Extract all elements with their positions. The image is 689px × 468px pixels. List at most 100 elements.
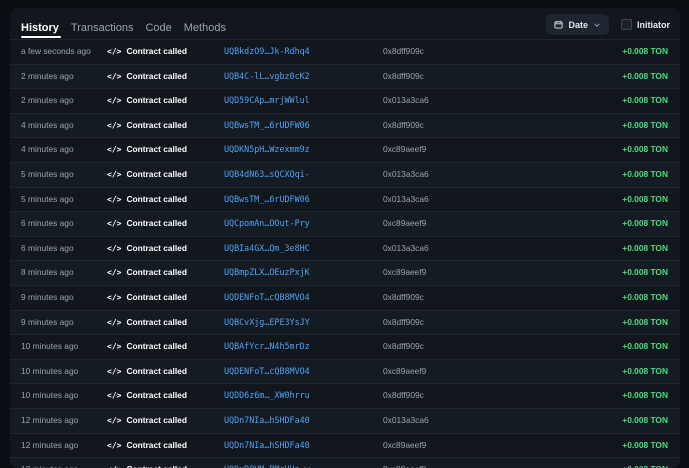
- history-row[interactable]: 9 minutes ago </> Contract called UQDENFoT……: [10, 284, 680, 310]
- row-amount: +0.008 TON: [622, 144, 668, 155]
- history-row[interactable]: 5 minutes ago </> Contract called UQB4dN63……: [10, 161, 680, 187]
- code-icon: </>: [107, 292, 122, 302]
- row-opcode: 0xc89aeef9: [383, 458, 426, 468]
- tab-transactions[interactable]: Transactions: [71, 22, 134, 34]
- history-row[interactable]: 4 minutes ago </> Contract called UQDKN5pH……: [10, 137, 680, 162]
- code-icon: </>: [107, 219, 122, 229]
- row-address-link[interactable]: UQB4dN63…sQCXQqi-: [224, 163, 310, 187]
- row-time: 10 minutes ago: [21, 341, 79, 352]
- row-action: </> Contract called: [107, 163, 187, 187]
- row-time: 4 minutes ago: [21, 119, 74, 130]
- initiator-checkbox[interactable]: [621, 19, 632, 30]
- row-action-label: Contract called: [126, 46, 187, 56]
- row-amount: +0.008 TON: [622, 119, 668, 130]
- row-action: </> Contract called: [107, 360, 187, 384]
- row-address-link[interactable]: UQDKN5pH…Wzexmm9z: [224, 138, 310, 162]
- row-action: </> Contract called: [107, 237, 187, 261]
- row-action-label: Contract called: [126, 267, 187, 278]
- row-time: 12 minutes ago: [21, 439, 79, 450]
- row-address-link[interactable]: UQCpomAn…OOut-Pry: [224, 212, 310, 236]
- row-time: 9 minutes ago: [21, 316, 74, 327]
- row-opcode: 0xc89aeef9: [383, 218, 427, 229]
- history-list: a few seconds ago </> Contract called UQBkd…: [10, 39, 680, 468]
- row-address-link[interactable]: UQBAfYcr…N4h5mrDz: [224, 335, 310, 359]
- row-address-link[interactable]: UQBIa4GX…Qm_3e8HC: [224, 237, 310, 261]
- row-action-label: Contract called: [126, 291, 187, 302]
- row-address-link[interactable]: UQDENFoT…cQB8MVO4: [224, 360, 310, 384]
- code-icon: </>: [107, 71, 122, 81]
- row-amount: +0.008 TON: [622, 291, 668, 302]
- row-address-link[interactable]: UQBmpZLX…OEuzPxjK: [224, 261, 310, 285]
- row-address-link[interactable]: UQDn7NIa…hSHDFa40: [224, 409, 310, 433]
- code-icon: </>: [107, 120, 122, 130]
- row-time: 5 minutes ago: [21, 193, 74, 204]
- code-icon: </>: [107, 194, 122, 204]
- code-icon: </>: [107, 96, 122, 106]
- row-time: 6 minutes ago: [21, 218, 74, 229]
- history-row[interactable]: 10 minutes ago </> Contract called UQBAfYcr…: [10, 334, 680, 359]
- row-address-link[interactable]: UQB4C-lL…vgbz0cK2: [224, 65, 310, 89]
- row-address-link[interactable]: UQBkdzO9…Jk-Rdhq4: [224, 40, 310, 64]
- history-row[interactable]: 12 minutes ago </> Contract called UQDn7NIa…: [10, 407, 680, 433]
- row-time: 4 minutes ago: [21, 144, 74, 155]
- row-time: 10 minutes ago: [21, 390, 79, 401]
- history-row[interactable]: 10 minutes ago </> Contract called UQDENFoT…: [10, 358, 680, 384]
- date-sort-button[interactable]: Date: [546, 14, 609, 35]
- row-time: 2 minutes ago: [21, 70, 74, 81]
- row-amount: +0.008 TON: [622, 46, 668, 56]
- row-action-label: Contract called: [126, 168, 187, 179]
- row-opcode: 0x013a3ca6: [383, 168, 429, 179]
- row-opcode: 0x8dff909c: [383, 390, 424, 401]
- row-address-link[interactable]: UQDD6z6m…_XW0hrru: [224, 384, 310, 408]
- row-action-label: Contract called: [126, 341, 187, 352]
- row-address-link[interactable]: UQDuROVM…BMcUUa-w: [224, 458, 310, 468]
- row-address-link[interactable]: UQBwsTM_…6rUDFW06: [224, 188, 310, 212]
- row-opcode: 0xc89aeef9: [383, 144, 427, 155]
- row-amount: +0.008 TON: [622, 458, 668, 468]
- history-row[interactable]: 6 minutes ago </> Contract called UQBIa4GX……: [10, 235, 680, 261]
- history-row[interactable]: 2 minutes ago </> Contract called UQD59CAp……: [10, 88, 680, 113]
- history-row[interactable]: 13 minutes ago </> Contract called UQDuROVM…: [10, 457, 680, 468]
- code-icon: </>: [107, 342, 122, 352]
- row-opcode: 0x8dff909c: [383, 316, 424, 327]
- history-row[interactable]: 9 minutes ago </> Contract called UQBCvXjg……: [10, 309, 680, 335]
- row-address-link[interactable]: UQBCvXjg…EPE3YsJY: [224, 311, 310, 335]
- history-row[interactable]: 5 minutes ago </> Contract called UQBwsTM_……: [10, 186, 680, 212]
- row-action-label: Contract called: [126, 458, 187, 468]
- tab-history[interactable]: History: [21, 22, 59, 34]
- row-address-link[interactable]: UQDENFoT…cQB8MVO4: [224, 286, 310, 310]
- code-icon: </>: [107, 47, 122, 56]
- row-opcode: 0x013a3ca6: [383, 193, 429, 204]
- row-action-label: Contract called: [126, 95, 187, 106]
- row-amount: +0.008 TON: [622, 193, 668, 204]
- row-amount: +0.008 TON: [622, 267, 668, 278]
- tab-methods[interactable]: Methods: [184, 22, 226, 34]
- history-row[interactable]: a few seconds ago </> Contract called UQBkd…: [10, 39, 680, 64]
- row-address-link[interactable]: UQD59CAp…mrjWWlul: [224, 89, 310, 113]
- row-address-link[interactable]: UQDn7NIa…hSHDFa40: [224, 434, 310, 458]
- initiator-filter[interactable]: Initiator: [621, 19, 670, 30]
- tab-code[interactable]: Code: [145, 22, 171, 34]
- history-row[interactable]: 2 minutes ago </> Contract called UQB4C-lL……: [10, 63, 680, 89]
- row-action-label: Contract called: [126, 144, 187, 155]
- row-action-label: Contract called: [126, 218, 187, 229]
- history-row[interactable]: 6 minutes ago </> Contract called UQCpomAn……: [10, 211, 680, 236]
- history-row[interactable]: 12 minutes ago </> Contract called UQDn7NIa…: [10, 432, 680, 458]
- row-time: 9 minutes ago: [21, 291, 74, 302]
- history-panel: History Transactions Code Methods Date I…: [10, 8, 680, 468]
- code-icon: </>: [107, 415, 122, 425]
- active-tab-indicator: [21, 36, 61, 38]
- row-opcode: 0x013a3ca6: [383, 414, 429, 425]
- row-time: 8 minutes ago: [21, 267, 74, 278]
- row-action: </> Contract called: [107, 261, 187, 285]
- history-row[interactable]: 4 minutes ago </> Contract called UQBwsTM_……: [10, 112, 680, 138]
- row-time: a few seconds ago: [21, 46, 91, 56]
- history-row[interactable]: 8 minutes ago </> Contract called UQBmpZLX……: [10, 260, 680, 285]
- row-action: </> Contract called: [107, 409, 187, 433]
- row-address-link[interactable]: UQBwsTM_…6rUDFW06: [224, 114, 310, 138]
- row-action: </> Contract called: [107, 65, 187, 89]
- row-action-label: Contract called: [126, 439, 187, 450]
- row-action: </> Contract called: [107, 335, 187, 359]
- history-controls: Date Initiator: [546, 14, 670, 35]
- history-row[interactable]: 10 minutes ago </> Contract called UQDD6z6m…: [10, 383, 680, 408]
